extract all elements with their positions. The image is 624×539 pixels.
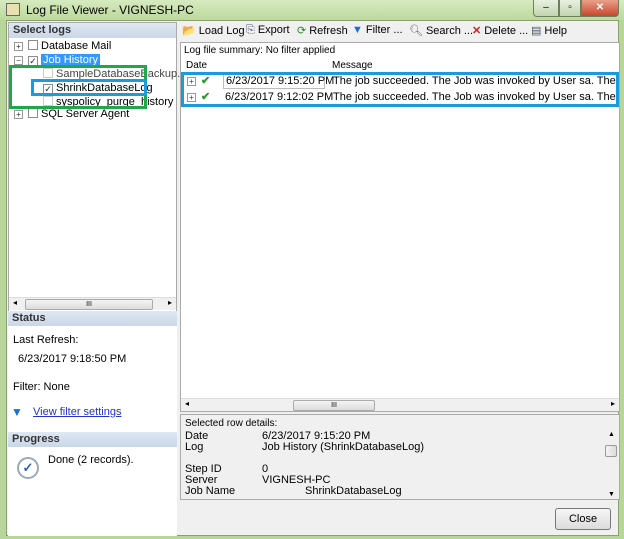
log-grid: Log file summary: No filter applied Date… (180, 42, 620, 412)
last-refresh-value: 6/23/2017 9:18:50 PM (18, 353, 127, 365)
folder-icon: 📂 (182, 25, 196, 37)
column-header-date[interactable]: Date (186, 60, 207, 71)
export-icon: ⎘ (246, 24, 255, 36)
blue-highlight (31, 79, 147, 96)
status-header: Status (8, 311, 177, 326)
title-bar: Log File Viewer - VIGNESH-PC – ▫ ✕ (0, 0, 624, 20)
expand-icon[interactable]: + (14, 110, 23, 119)
refresh-icon: ⟳ (297, 25, 307, 37)
close-window-button[interactable]: ✕ (581, 0, 619, 17)
delete-icon: ✕ (472, 25, 482, 37)
rows-highlight (181, 72, 619, 107)
column-header-message[interactable]: Message (332, 60, 373, 71)
expand-icon[interactable]: + (14, 42, 23, 51)
progress-panel: Progress ✓ Done (2 records). (8, 432, 177, 536)
last-refresh-label: Last Refresh: (13, 334, 79, 346)
refresh-button[interactable]: ⟳ Refresh (297, 24, 348, 37)
minimize-button[interactable]: – (533, 0, 559, 17)
filter-icon: ▼ (11, 405, 23, 419)
grid-horizontal-scrollbar[interactable]: ◂ III ▸ (181, 398, 619, 411)
filter-status: Filter: None (13, 381, 70, 393)
tree-label: SQL Server Agent (41, 108, 130, 120)
delete-button[interactable]: ✕ Delete ... (472, 24, 528, 37)
selected-row-details: Selected row details: Date 6/23/2017 9:1… (180, 414, 620, 500)
filter-button[interactable]: ▼ Filter ... (352, 24, 403, 36)
help-icon: ▤ (531, 25, 542, 37)
select-logs-header: Select logs (9, 23, 176, 38)
tree-item-database-mail[interactable]: + Database Mail (14, 39, 111, 53)
app-icon (6, 3, 20, 16)
progress-header: Progress (8, 432, 177, 447)
load-log-button[interactable]: 📂 Load Log (182, 24, 245, 37)
maximize-button[interactable]: ▫ (559, 0, 581, 17)
detail-value: ShrinkDatabaseLog (305, 485, 402, 497)
select-logs-panel: Select logs + Database Mail − ✓ Job History… (8, 22, 200, 312)
search-button[interactable]: 🔍︎ Search ... (409, 24, 473, 37)
detail-label: Job Name (185, 485, 236, 497)
tree-item-sql-server-agent[interactable]: + SQL Server Agent (14, 107, 129, 121)
filter-icon: ▼ (352, 24, 363, 36)
collapse-icon[interactable]: − (14, 56, 23, 65)
close-button[interactable]: Close (555, 508, 611, 530)
detail-label: Log (185, 441, 204, 453)
scroll-thumb[interactable]: III (25, 299, 153, 310)
log-summary: Log file summary: No filter applied (184, 45, 336, 56)
window-title: Log File Viewer - VIGNESH-PC (26, 3, 194, 17)
details-header: Selected row details: (185, 418, 278, 429)
toolbar: 📂 Load Log ⎘ Export ⟳ Refresh ▼ Filter ... 🔍… (180, 21, 620, 41)
export-button[interactable]: ⎘ Export (246, 24, 290, 37)
status-panel: Status Last Refresh: 6/23/2017 9:18:50 P… (8, 311, 177, 432)
scroll-thumb[interactable]: III (293, 400, 375, 411)
checkbox[interactable] (28, 108, 38, 118)
done-check-icon: ✓ (17, 457, 39, 479)
help-button[interactable]: ▤ Help (531, 24, 567, 37)
detail-value: Job History (ShrinkDatabaseLog) (262, 441, 425, 453)
search-icon: 🔍︎ (409, 25, 423, 37)
horizontal-scrollbar[interactable]: ◂ III ▸ (9, 297, 176, 310)
tree-label: Database Mail (41, 40, 112, 52)
details-vertical-scrollbar[interactable]: ▲ ▼ (605, 431, 618, 498)
scroll-thumb[interactable] (605, 445, 617, 457)
view-filter-settings-link[interactable]: View filter settings (33, 406, 121, 418)
checkbox[interactable] (28, 40, 38, 50)
progress-text: Done (2 records). (48, 454, 134, 466)
